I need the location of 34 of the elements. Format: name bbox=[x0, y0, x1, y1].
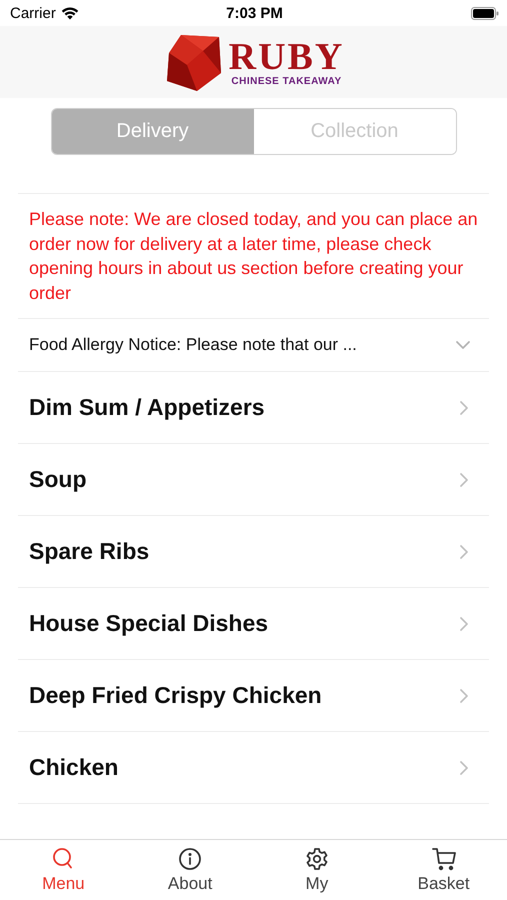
category-name: Deep Fried Crispy Chicken bbox=[29, 682, 322, 709]
chevron-right-icon bbox=[459, 760, 469, 776]
category-row[interactable]: Deep Fried Crispy Chicken bbox=[18, 660, 489, 732]
tab-bar-item[interactable]: Basket bbox=[380, 840, 507, 900]
chevron-right-icon bbox=[459, 688, 469, 704]
wifi-icon bbox=[60, 6, 79, 20]
chevron-right-icon bbox=[459, 544, 469, 560]
category-name: Spare Ribs bbox=[29, 538, 150, 565]
chevron-right-icon bbox=[459, 400, 469, 416]
category-row[interactable]: Chicken bbox=[18, 732, 489, 804]
category-name: Chicken bbox=[29, 754, 118, 781]
category-row[interactable]: House Special Dishes bbox=[18, 588, 489, 660]
status-time: 7:03 PM bbox=[226, 4, 283, 22]
info-icon bbox=[178, 846, 202, 870]
chevron-right-icon bbox=[459, 472, 469, 488]
carrier-name: Carrier bbox=[10, 4, 56, 22]
category-name: House Special Dishes bbox=[29, 610, 268, 637]
category-row[interactable]: Soup bbox=[18, 444, 489, 516]
category-name: Dim Sum / Appetizers bbox=[29, 394, 265, 421]
logo-subtitle: CHINESE TAKEAWAY bbox=[231, 76, 342, 86]
tab-bar-item[interactable]: Menu bbox=[0, 840, 127, 900]
allergy-notice-text: Food Allergy Notice: Please note that our ... bbox=[29, 335, 357, 355]
cart-icon bbox=[432, 846, 456, 870]
category-row[interactable]: Dim Sum / Appetizers bbox=[18, 372, 489, 444]
category-name: Soup bbox=[29, 466, 86, 493]
tab-bar-item[interactable]: About bbox=[126, 840, 254, 900]
category-row[interactable]: Spare Ribs bbox=[18, 516, 489, 588]
tab-bar-item[interactable]: My bbox=[254, 840, 380, 900]
logo-title: RUBY bbox=[228, 38, 344, 76]
battery-icon bbox=[470, 6, 499, 20]
allergy-notice-row[interactable]: Food Allergy Notice: Please note that our ... bbox=[18, 319, 489, 372]
chevron-right-icon bbox=[459, 616, 469, 632]
settings-icon bbox=[304, 846, 329, 870]
closed-notice: Please note: We are closed today, and you can place an order now for delivery at a later time, please check opening hours in about us section before creating your order bbox=[18, 194, 489, 319]
